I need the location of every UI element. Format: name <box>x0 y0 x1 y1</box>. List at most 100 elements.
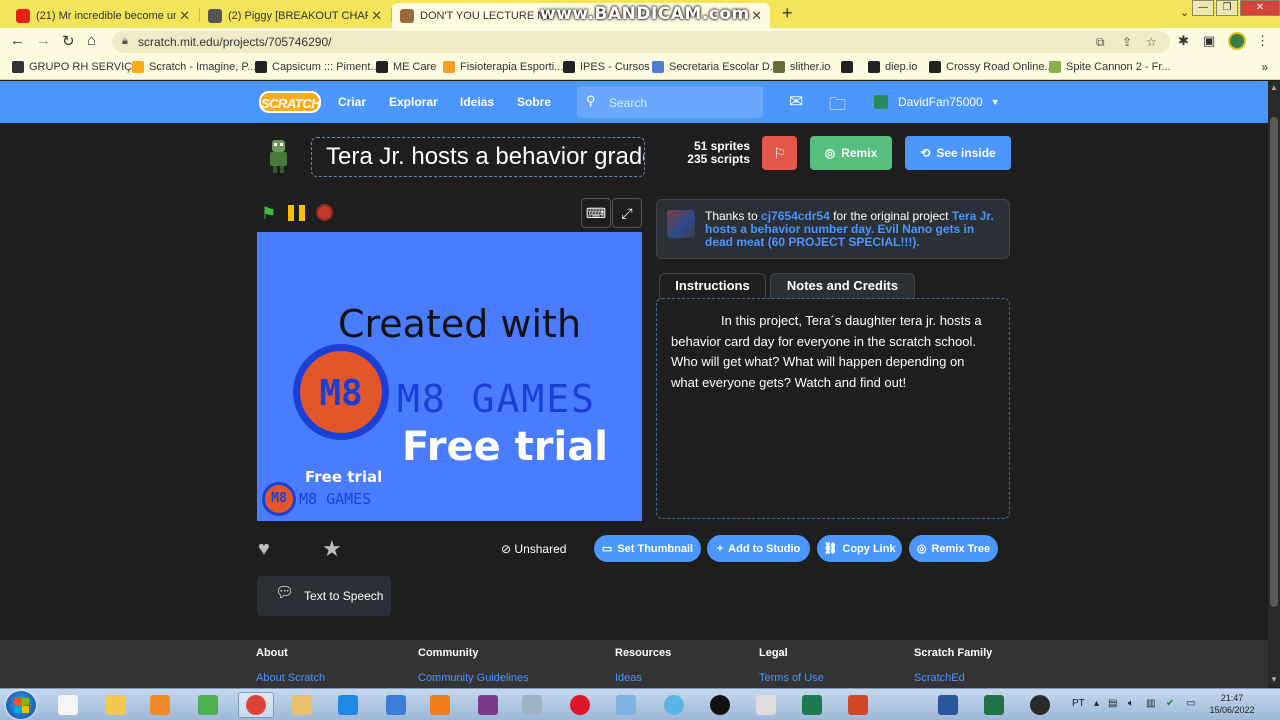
footer-link[interactable]: Ideas <box>615 672 642 684</box>
text-to-speech-button[interactable]: 💬︎ Text to Speech <box>257 576 391 616</box>
profile-avatar[interactable] <box>1228 32 1246 50</box>
messages-icon[interactable]: ✉ <box>789 92 803 112</box>
taskbar-blank-doc-button[interactable] <box>50 692 86 718</box>
network-icon[interactable]: ▥ <box>1146 698 1155 709</box>
bookmarks-overflow-icon[interactable]: » <box>1261 60 1268 74</box>
taskbar-opera-button[interactable] <box>562 692 598 718</box>
bookmark-item[interactable]: Capsicum ::: Piment... <box>255 61 380 73</box>
report-button[interactable]: ⚐ <box>762 136 797 170</box>
taskbar-chrome-button[interactable] <box>238 692 274 718</box>
scrollbar-thumb[interactable] <box>1270 117 1278 607</box>
bookmark-star-icon[interactable]: ☆ <box>1146 35 1157 49</box>
footer-link[interactable]: ScratchEd <box>914 672 965 684</box>
translate-icon[interactable]: ⧉ <box>1096 35 1105 50</box>
forward-icon[interactable]: → <box>36 32 51 49</box>
close-icon[interactable]: ✕ <box>179 8 190 24</box>
close-icon[interactable]: ✕ <box>371 8 382 24</box>
scratch-logo[interactable]: SCRATCH <box>259 91 321 113</box>
display-icon[interactable]: ▭ <box>1186 698 1195 709</box>
nav-link-ideas[interactable]: Ideias <box>460 95 494 109</box>
remix-button[interactable]: ◎ Remix <box>810 136 892 170</box>
taskbar-word-button[interactable] <box>930 692 966 718</box>
taskbar-doc-viewer-button[interactable] <box>748 692 784 718</box>
copy-link-button[interactable]: ⛓ Copy Link <box>817 535 902 562</box>
stop-button[interactable] <box>316 204 333 221</box>
window-close-button[interactable]: ✕ <box>1240 0 1280 16</box>
taskbar-excel-button[interactable] <box>976 692 1012 718</box>
taskbar-globe-app-button[interactable] <box>190 692 226 718</box>
footer-link[interactable]: Community Guidelines <box>418 672 529 684</box>
bookmark-item[interactable]: ME Care <box>376 61 436 73</box>
bookmark-item[interactable] <box>841 61 858 73</box>
security-shield-icon[interactable]: ✔ <box>1166 698 1174 709</box>
remix-tree-button[interactable]: ◎ Remix Tree <box>909 535 998 562</box>
url-bar[interactable]: 🔒︎ scratch.mit.edu/projects/705746290/ ⧉… <box>112 31 1170 53</box>
home-icon[interactable]: ⌂ <box>87 32 96 49</box>
minimize-button[interactable]: — <box>1192 0 1214 16</box>
bookmark-item[interactable]: Spite Cannon 2 - Fr... <box>1049 61 1171 73</box>
green-flag-icon[interactable]: ⚑ <box>261 204 276 224</box>
instructions-textarea[interactable]: In this project, Tera´s daughter tera jr… <box>656 298 1010 519</box>
bookmark-item[interactable]: diep.io <box>868 61 917 73</box>
footer-link[interactable]: About Scratch <box>256 672 325 684</box>
taskbar-obs-button[interactable] <box>1022 692 1058 718</box>
my-stuff-folder-icon[interactable]: 🗀︎ <box>829 92 846 121</box>
turbo-mode-button[interactable]: ⌨ <box>581 198 611 228</box>
page-scrollbar[interactable]: ▲ ▼ <box>1268 81 1280 687</box>
project-title-input[interactable]: Tera Jr. hosts a behavior grade card day <box>311 137 645 177</box>
tray-expand-icon[interactable]: ▴ <box>1094 698 1099 709</box>
maximize-button[interactable]: ❐ <box>1216 0 1238 16</box>
add-to-studio-button[interactable]: + Add to Studio <box>707 535 810 562</box>
scroll-up-icon[interactable]: ▲ <box>1270 83 1278 92</box>
original-author-avatar[interactable] <box>667 210 695 238</box>
taskbar-file-explorer-button[interactable] <box>98 692 134 718</box>
taskbar-winrar-button[interactable] <box>470 692 506 718</box>
bookmark-item[interactable]: Scratch - Imagine, P... <box>132 61 256 73</box>
see-inside-button[interactable]: ⟲ See inside <box>905 136 1011 170</box>
tray-app-icon[interactable]: ▤ <box>1108 698 1117 709</box>
taskbar-record-app-button[interactable] <box>702 692 738 718</box>
tab-notes-and-credits[interactable]: Notes and Credits <box>770 273 915 299</box>
taskbar-notes-app-button[interactable] <box>608 692 644 718</box>
browser-tab-youtube[interactable]: (21) Mr incredible become uncanny ✕ <box>8 3 198 28</box>
back-icon[interactable]: ← <box>10 32 25 49</box>
close-icon[interactable]: ✕ <box>751 8 762 24</box>
fullscreen-button[interactable]: ⤢ <box>612 198 642 228</box>
project-stage[interactable]: Created with M8 M8 GAMES Free trial Free… <box>257 232 642 521</box>
taskbar-internet-explorer-button[interactable] <box>330 692 366 718</box>
project-author-avatar[interactable] <box>263 138 293 174</box>
bookmark-item[interactable]: Crossy Road Online... <box>929 61 1054 73</box>
extensions-icon[interactable]: ✱ <box>1178 33 1189 49</box>
taskbar-publisher-button[interactable] <box>794 692 830 718</box>
taskbar-media-player-button[interactable] <box>142 692 178 718</box>
system-clock[interactable]: 21:47 15/06/2022 <box>1204 692 1260 716</box>
favorite-star-icon[interactable]: ★ <box>322 536 342 562</box>
taskbar-media-disc-button[interactable] <box>656 692 692 718</box>
language-indicator[interactable]: PT <box>1072 698 1085 709</box>
tab-search-icon[interactable]: ⌄ <box>1180 6 1189 19</box>
account-menu[interactable]: DavidFan75000 ▼ <box>874 95 1000 109</box>
footer-link[interactable]: Terms of Use <box>759 672 824 684</box>
taskbar-calculator-button[interactable] <box>514 692 550 718</box>
nav-link-create[interactable]: Criar <box>338 95 366 109</box>
original-author-link[interactable]: cj7654cdr54 <box>761 209 830 223</box>
new-tab-button[interactable]: + <box>782 3 793 24</box>
set-thumbnail-button[interactable]: ▭ Set Thumbnail <box>594 535 701 562</box>
bookmark-item[interactable]: slither.io <box>773 61 830 73</box>
tab-instructions[interactable]: Instructions <box>659 273 766 299</box>
nav-link-explore[interactable]: Explorar <box>389 95 438 109</box>
menu-kebab-icon[interactable]: ⋮ <box>1256 33 1269 49</box>
taskbar-avast-button[interactable] <box>422 692 458 718</box>
browser-tab-piggy[interactable]: (2) Piggy [BREAKOUT CHAPTER] - ✕ <box>200 3 390 28</box>
sidebar-icon[interactable]: ▣ <box>1203 33 1215 49</box>
start-button[interactable] <box>6 691 36 719</box>
scroll-down-icon[interactable]: ▼ <box>1270 675 1278 684</box>
pause-button[interactable] <box>288 205 306 221</box>
taskbar-network-button[interactable] <box>378 692 414 718</box>
bookmark-item[interactable]: Secretaria Escolar D... <box>652 61 779 73</box>
reload-icon[interactable]: ↻ <box>62 32 75 50</box>
search-input[interactable]: ⚲ Search <box>577 86 763 118</box>
love-heart-icon[interactable]: ♥ <box>258 538 270 561</box>
bookmark-item[interactable]: Fisioterapia Esporti... <box>443 61 563 73</box>
volume-icon[interactable]: 🔈︎ <box>1128 698 1134 709</box>
